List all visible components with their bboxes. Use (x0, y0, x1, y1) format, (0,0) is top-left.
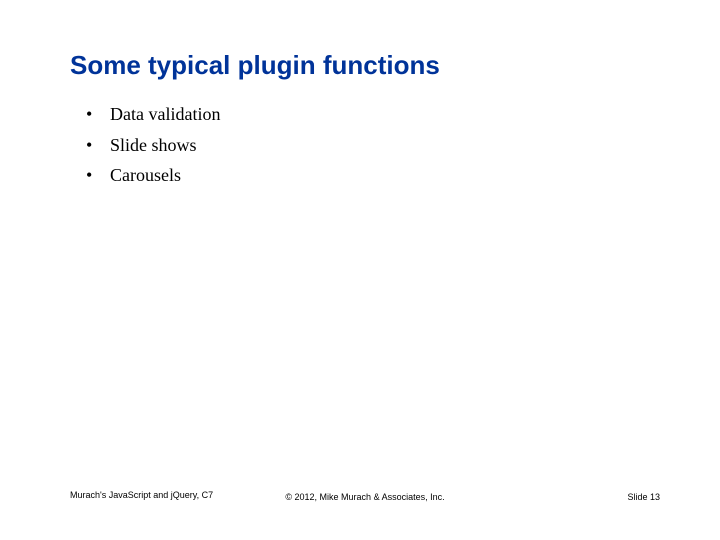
slide: Some typical plugin functions Data valid… (0, 0, 720, 540)
list-item: Carousels (86, 160, 660, 191)
list-item: Data validation (86, 99, 660, 130)
footer: Murach's JavaScript and jQuery, C7 © 201… (70, 490, 660, 502)
footer-center: © 2012, Mike Murach & Associates, Inc. (285, 492, 444, 502)
list-item: Slide shows (86, 130, 660, 161)
footer-right: Slide 13 (627, 492, 660, 502)
slide-title: Some typical plugin functions (70, 50, 660, 81)
bullet-list: Data validation Slide shows Carousels (70, 99, 660, 191)
footer-left: Murach's JavaScript and jQuery, C7 (70, 490, 213, 502)
